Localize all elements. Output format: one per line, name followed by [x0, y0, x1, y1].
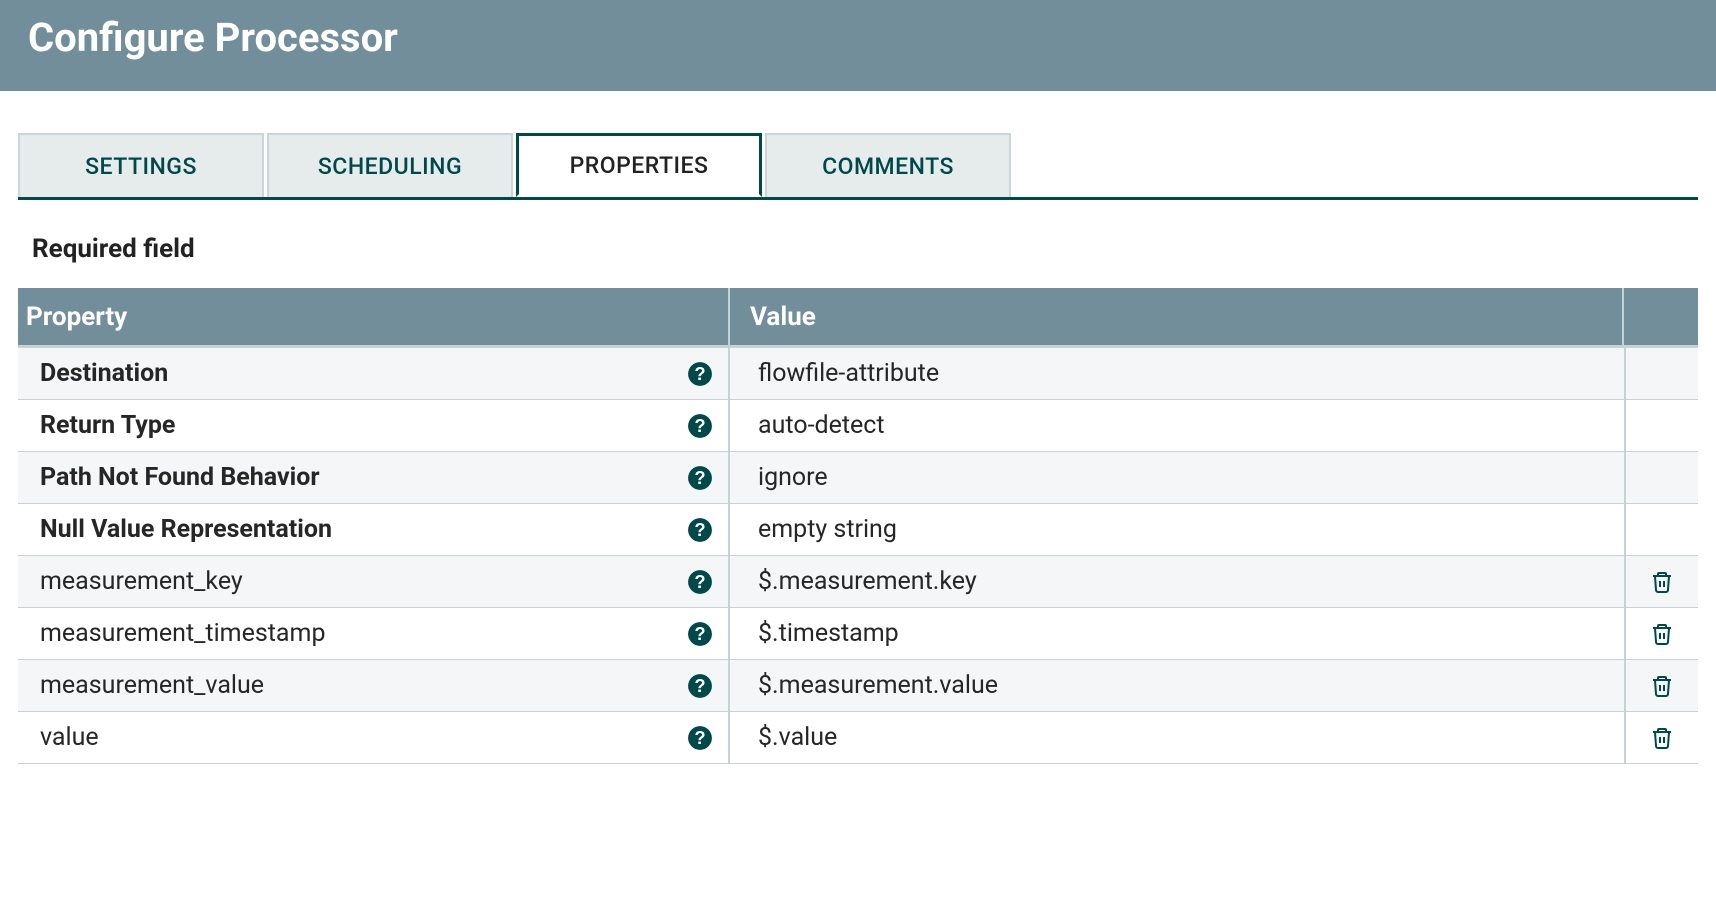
property-name: value — [40, 723, 687, 752]
svg-text:?: ? — [694, 570, 705, 591]
property-name: Return Type — [40, 411, 687, 440]
table-body: Destination?flowfile-attributeReturn Typ… — [18, 348, 1698, 764]
trash-icon[interactable] — [1650, 569, 1674, 595]
trash-icon[interactable] — [1650, 673, 1674, 699]
property-cell: Destination? — [18, 348, 728, 399]
action-cell — [1624, 712, 1698, 763]
table-header-row: Property Value — [18, 288, 1698, 348]
table-row[interactable]: value?$.value — [18, 712, 1698, 764]
tabs-section: SETTINGSSCHEDULINGPROPERTIESCOMMENTS Req… — [0, 133, 1716, 764]
help-icon[interactable]: ? — [687, 673, 713, 699]
property-cell: measurement_key? — [18, 556, 728, 607]
table-row[interactable]: Path Not Found Behavior?ignore — [18, 452, 1698, 504]
svg-text:?: ? — [694, 622, 705, 643]
table-row[interactable]: measurement_value?$.measurement.value — [18, 660, 1698, 712]
trash-icon[interactable] — [1650, 621, 1674, 647]
table-row[interactable]: measurement_timestamp?$.timestamp — [18, 608, 1698, 660]
value-cell[interactable]: $.measurement.key — [728, 556, 1624, 607]
help-icon[interactable]: ? — [687, 569, 713, 595]
help-icon[interactable]: ? — [687, 465, 713, 491]
value-cell[interactable]: ignore — [728, 452, 1624, 503]
property-cell: Path Not Found Behavior? — [18, 452, 728, 503]
action-cell — [1624, 452, 1698, 503]
dialog-header: Configure Processor — [0, 0, 1716, 91]
action-cell — [1624, 400, 1698, 451]
svg-text:?: ? — [694, 362, 705, 383]
action-cell — [1624, 348, 1698, 399]
property-name: Null Value Representation — [40, 515, 687, 544]
table-header-value: Value — [730, 302, 1622, 332]
tab-comments[interactable]: COMMENTS — [765, 133, 1011, 197]
property-cell: Null Value Representation? — [18, 504, 728, 555]
property-name: Destination — [40, 359, 687, 388]
property-name: measurement_key — [40, 567, 687, 596]
svg-text:?: ? — [694, 518, 705, 539]
svg-text:?: ? — [694, 674, 705, 695]
value-cell[interactable]: empty string — [728, 504, 1624, 555]
table-row[interactable]: measurement_key?$.measurement.key — [18, 556, 1698, 608]
table-header-property: Property — [18, 302, 728, 332]
value-cell[interactable]: flowfile-attribute — [728, 348, 1624, 399]
tab-scheduling[interactable]: SCHEDULING — [267, 133, 513, 197]
property-name: Path Not Found Behavior — [40, 463, 687, 492]
help-icon[interactable]: ? — [687, 621, 713, 647]
action-cell — [1624, 504, 1698, 555]
svg-text:?: ? — [694, 726, 705, 747]
property-name: measurement_timestamp — [40, 619, 687, 648]
help-icon[interactable]: ? — [687, 361, 713, 387]
value-cell[interactable]: $.value — [728, 712, 1624, 763]
action-cell — [1624, 660, 1698, 711]
help-icon[interactable]: ? — [687, 725, 713, 751]
tab-properties[interactable]: PROPERTIES — [516, 133, 762, 197]
help-icon[interactable]: ? — [687, 413, 713, 439]
value-cell[interactable]: auto-detect — [728, 400, 1624, 451]
required-field-label: Required field — [32, 234, 1698, 264]
tab-settings[interactable]: SETTINGS — [18, 133, 264, 197]
property-cell: value? — [18, 712, 728, 763]
action-cell — [1624, 608, 1698, 659]
help-icon[interactable]: ? — [687, 517, 713, 543]
action-cell — [1624, 556, 1698, 607]
svg-text:?: ? — [694, 466, 705, 487]
table-row[interactable]: Null Value Representation?empty string — [18, 504, 1698, 556]
dialog-title: Configure Processor — [28, 14, 1688, 61]
table-row[interactable]: Return Type?auto-detect — [18, 400, 1698, 452]
value-cell[interactable]: $.measurement.value — [728, 660, 1624, 711]
property-cell: measurement_value? — [18, 660, 728, 711]
property-cell: Return Type? — [18, 400, 728, 451]
tabs-container: SETTINGSSCHEDULINGPROPERTIESCOMMENTS — [18, 133, 1698, 200]
property-cell: measurement_timestamp? — [18, 608, 728, 659]
property-name: measurement_value — [40, 671, 687, 700]
table-row[interactable]: Destination?flowfile-attribute — [18, 348, 1698, 400]
svg-text:?: ? — [694, 414, 705, 435]
properties-table: Property Value Destination?flowfile-attr… — [18, 288, 1698, 764]
trash-icon[interactable] — [1650, 725, 1674, 751]
value-cell[interactable]: $.timestamp — [728, 608, 1624, 659]
